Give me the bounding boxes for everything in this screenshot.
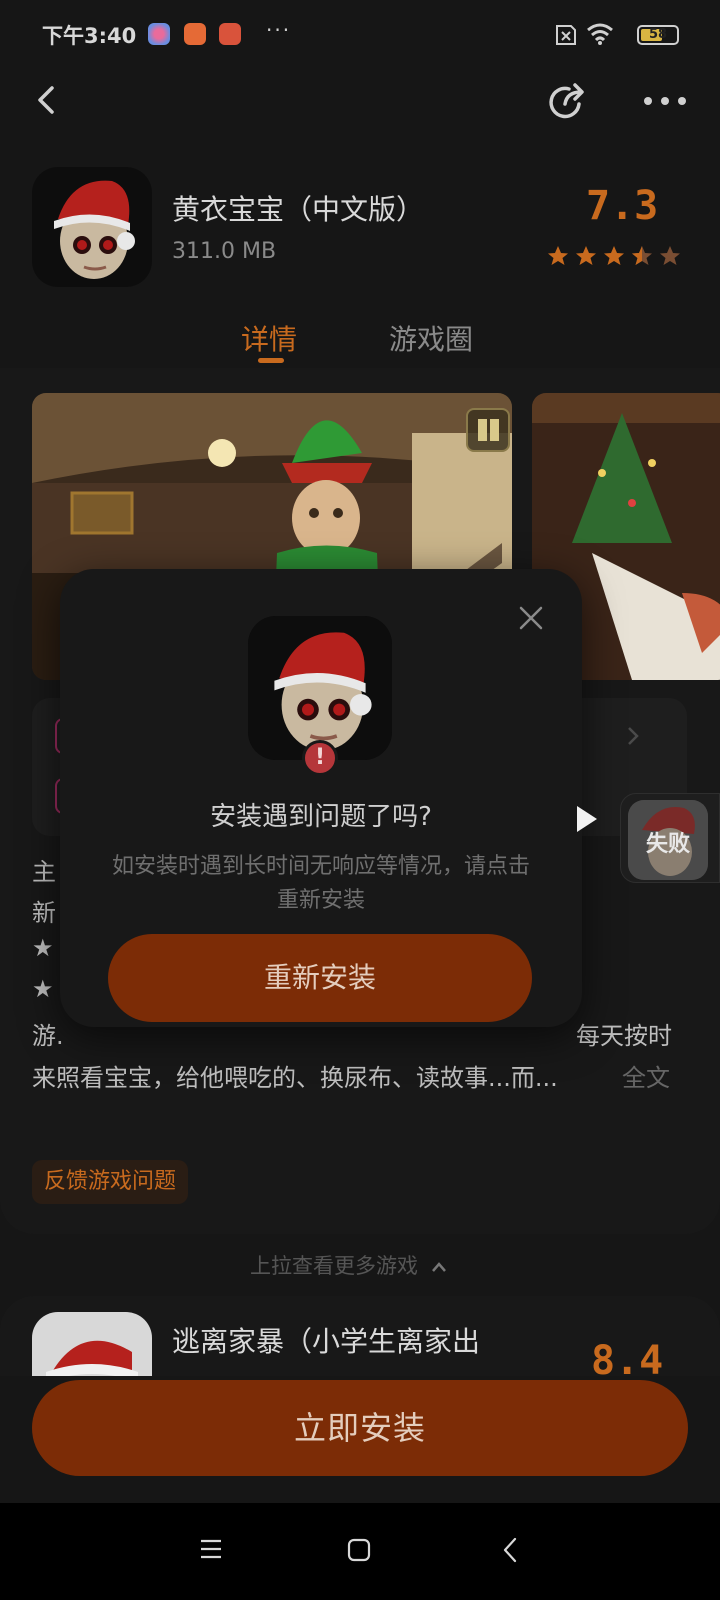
star-empty-icon (660, 246, 680, 265)
app-title: 黄衣宝宝（中文版） (172, 193, 425, 226)
half-star-icon (632, 246, 652, 265)
description-line-5: 游. (32, 1022, 64, 1050)
feedback-button[interactable]: 反馈游戏问题 (32, 1160, 189, 1204)
pull-up-hint[interactable]: 上拉查看更多游戏 (250, 1250, 447, 1280)
description-line-1: 主 (32, 858, 56, 886)
rating-stars (546, 244, 682, 268)
read-more-link[interactable]: 全文 (622, 1058, 670, 1093)
play-icon[interactable] (574, 804, 600, 834)
more-options-icon[interactable] (642, 88, 688, 114)
baby-santa-icon (32, 167, 152, 287)
app-size: 311.0 MB (172, 239, 277, 264)
game-center-icon (148, 23, 170, 45)
description-line-4: ★ (32, 975, 54, 1003)
wifi-icon (587, 23, 613, 45)
app-icon (32, 167, 152, 287)
more-notifications-icon: ··· (266, 18, 292, 42)
no-sim-icon (556, 25, 576, 45)
description-line-6: 来照看宝宝，给他喂吃的、换尿布、读故事...而... (32, 1064, 558, 1092)
failed-label: 失败 (645, 832, 690, 857)
next-game-icon (32, 1312, 152, 1376)
share-icon[interactable] (545, 80, 589, 124)
close-icon[interactable] (517, 604, 545, 632)
home-icon[interactable] (347, 1538, 371, 1562)
status-bar: 下午3:40 ··· 58 (0, 0, 720, 70)
star-icon (548, 246, 568, 265)
description-line-2: 新 (32, 899, 56, 927)
star-icon (576, 246, 596, 265)
shop-icon (184, 23, 206, 45)
next-game-image (32, 1312, 152, 1376)
app-detail-page: 下午3:40 ··· 58 黄衣宝宝（中文版） 311.0 MB 7.3 详情 … (0, 0, 720, 1600)
pause-button[interactable] (466, 408, 510, 452)
install-button[interactable]: 立即安装 (32, 1380, 688, 1476)
battery-level: 58 (648, 27, 668, 42)
description-line-5-end: 每天按时 (576, 1022, 672, 1050)
next-game-card[interactable]: 逃离家暴（小学生离家出 8.4 (0, 1296, 720, 1376)
pull-up-hint-label: 上拉查看更多游戏 (250, 1254, 418, 1278)
recent-apps-icon[interactable] (199, 1538, 223, 1560)
status-time: 下午3:40 (42, 24, 137, 48)
battery-icon: 58 (637, 25, 679, 45)
dialog-title: 安装遇到问题了吗? (210, 802, 432, 832)
dialog-message: 如安装时遇到长时间无响应等情况，请点击重新安装 (111, 854, 530, 913)
chevron-up-icon (431, 1262, 446, 1272)
chevron-right-icon[interactable] (626, 724, 640, 748)
app-score: 7.3 (586, 183, 659, 229)
dialog-app-icon (248, 616, 392, 760)
star-icon (604, 246, 624, 265)
next-game-title: 逃离家暴（小学生离家出 (172, 1325, 481, 1358)
back-arrow-icon[interactable] (28, 80, 68, 120)
mail-icon (219, 23, 241, 45)
baby-santa-icon (248, 616, 392, 760)
reinstall-button[interactable]: 重新安装 (108, 934, 532, 1022)
tab-game-circle[interactable]: 游戏圈 (389, 318, 473, 358)
next-game-score: 8.4 (591, 1338, 664, 1376)
warning-icon: ! (302, 740, 338, 776)
system-back-icon[interactable] (500, 1536, 520, 1564)
tab-details[interactable]: 详情 (241, 318, 297, 358)
description-line-3: ★ (32, 934, 54, 962)
tab-indicator (258, 358, 284, 363)
